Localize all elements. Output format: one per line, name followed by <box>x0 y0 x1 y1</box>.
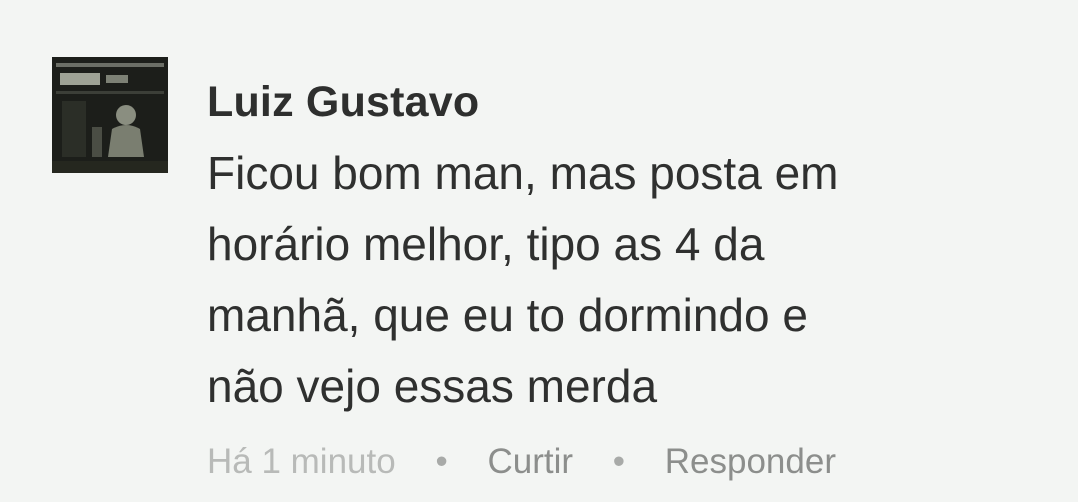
comment-body-line: manhã, que eu to dormindo e <box>207 289 808 341</box>
avatar[interactable] <box>52 57 168 173</box>
comment: Luiz Gustavo Ficou bom man, mas posta em… <box>0 0 1078 502</box>
comment-timestamp: Há 1 minuto <box>207 442 396 481</box>
comment-meta: Há 1 minuto • Curtir • Responder <box>207 438 836 486</box>
meta-separator: • <box>435 442 448 481</box>
reply-button[interactable]: Responder <box>665 442 836 481</box>
comment-body: Ficou bom man, mas posta em horário melh… <box>207 138 1057 422</box>
meta-separator: • <box>612 442 626 481</box>
comment-body-line: Ficou bom man, mas posta em <box>207 147 839 199</box>
like-button[interactable]: Curtir <box>487 442 573 481</box>
comment-body-line: não vejo essas merda <box>207 360 658 412</box>
avatar-image <box>52 57 168 173</box>
comment-author[interactable]: Luiz Gustavo <box>207 76 479 128</box>
comment-body-line: horário melhor, tipo as 4 da <box>207 218 765 270</box>
